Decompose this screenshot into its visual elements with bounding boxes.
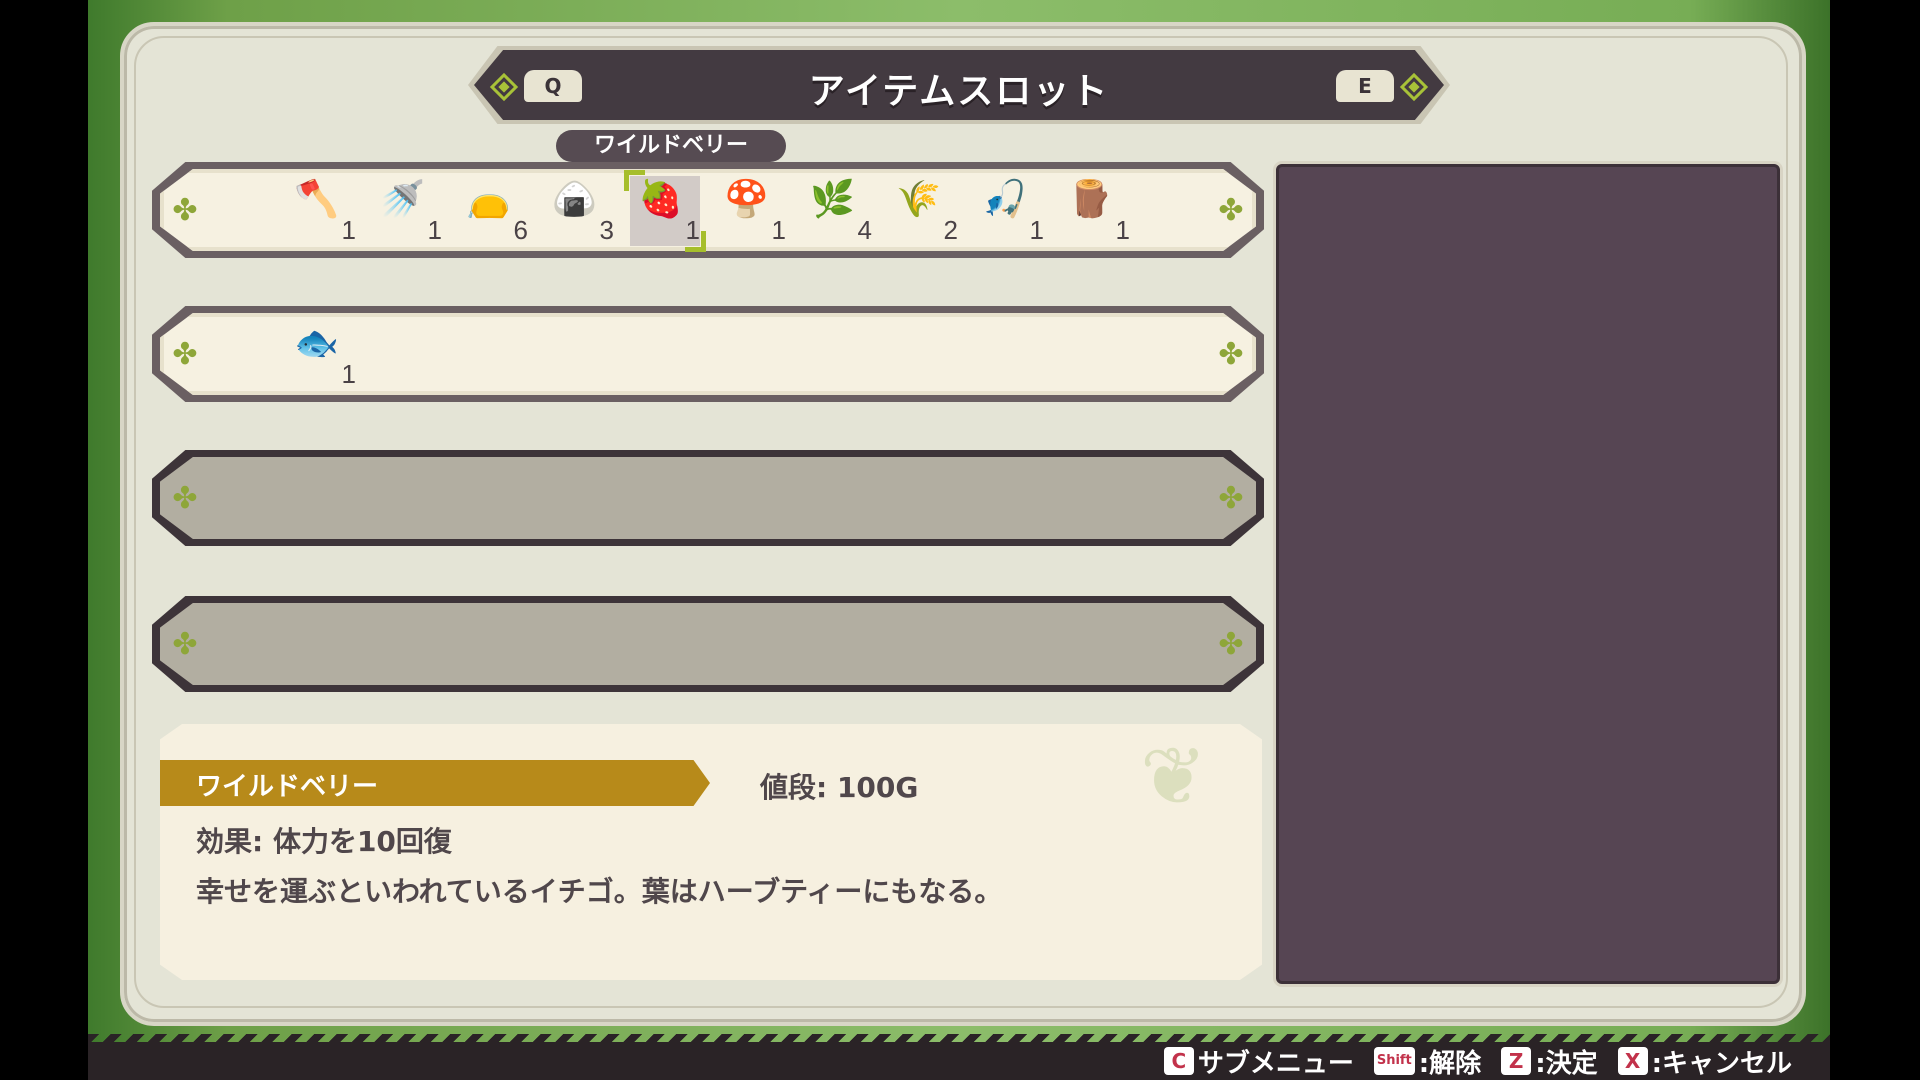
item-slot-row[interactable]: ✤ ✤ bbox=[152, 596, 1264, 692]
item-slot[interactable]: 🪵 1 bbox=[1060, 176, 1130, 246]
item-slot-row[interactable]: ✤ ✤ 🐟 1 bbox=[152, 306, 1264, 402]
control-label: :決定 bbox=[1535, 1048, 1598, 1079]
item-slot[interactable]: 🍙 3 bbox=[544, 176, 614, 246]
branch-icon: 🪵 bbox=[1068, 179, 1113, 220]
item-slot[interactable]: 👝 6 bbox=[458, 176, 528, 246]
item-slot[interactable]: 🌾 2 bbox=[888, 176, 958, 246]
herb-icon: 🌿 bbox=[810, 179, 855, 220]
grass-icon: 🌾 bbox=[896, 179, 941, 220]
leaf-decoration-icon: ❦ bbox=[1140, 730, 1208, 823]
clover-ornament-icon: ✤ bbox=[1218, 337, 1244, 372]
watering-can-icon: 🚿 bbox=[380, 179, 425, 220]
item-count: 1 bbox=[685, 215, 700, 245]
item-count: 1 bbox=[771, 215, 786, 245]
cancel-control[interactable]: X:キャンセル bbox=[1617, 1043, 1792, 1080]
clover-ornament-icon: ✤ bbox=[172, 627, 198, 662]
confirm-control[interactable]: Z:決定 bbox=[1501, 1043, 1598, 1080]
axe-icon: 🪓 bbox=[294, 179, 339, 220]
item-count: 1 bbox=[1115, 215, 1130, 245]
item-count: 4 bbox=[857, 215, 872, 245]
item-count: 3 bbox=[599, 215, 614, 245]
rice-ball-icon: 🍙 bbox=[552, 179, 597, 220]
item-slot-row[interactable]: ✤ ✤ bbox=[152, 450, 1264, 546]
item-slot[interactable]: 🍄 1 bbox=[716, 176, 786, 246]
item-name-banner: ワイルドベリー bbox=[160, 760, 710, 806]
fish-icon: 🐟 bbox=[294, 323, 339, 364]
control-label: サブメニュー bbox=[1197, 1048, 1354, 1079]
item-count: 1 bbox=[341, 215, 356, 245]
item-slot[interactable]: 🐟 1 bbox=[286, 320, 356, 390]
clover-ornament-icon: ✤ bbox=[1218, 193, 1244, 228]
mushroom-icon: 🍄 bbox=[724, 179, 769, 220]
item-price: 値段: 100G bbox=[760, 771, 919, 804]
item-slot[interactable]: 🪓 1 bbox=[286, 176, 356, 246]
release-control[interactable]: Shift:解除 bbox=[1373, 1043, 1482, 1080]
submenu-control[interactable]: C サブメニュー bbox=[1163, 1043, 1354, 1080]
item-count: 6 bbox=[513, 215, 528, 245]
clover-ornament-icon: ✤ bbox=[172, 481, 198, 516]
item-slot[interactable]: 🌿 4 bbox=[802, 176, 872, 246]
item-slot-row[interactable]: ✤ ✤ 🪓 1 🚿 1 👝 6 🍙 3 🍓 1 🍄 1 🌿 4 🌾 2 🎣 1 🪵 1 bbox=[152, 162, 1264, 258]
item-slot[interactable]: 🍓 1 bbox=[624, 170, 706, 252]
control-hints: C サブメニュー Shift:解除 Z:決定 X:キャンセル bbox=[1150, 1043, 1792, 1080]
preview-panel bbox=[1276, 164, 1780, 984]
item-count: 1 bbox=[427, 215, 442, 245]
item-count: 2 bbox=[943, 215, 958, 245]
seed-bag-icon: 👝 bbox=[466, 179, 511, 220]
title-bar: Q アイテムスロット E bbox=[468, 46, 1450, 124]
clover-ornament-icon: ✤ bbox=[1218, 481, 1244, 516]
page-title: アイテムスロット bbox=[808, 71, 1110, 112]
key-x-icon: X bbox=[1617, 1047, 1648, 1075]
clover-ornament-icon: ✤ bbox=[172, 193, 198, 228]
clover-ornament-icon: ✤ bbox=[1218, 627, 1244, 662]
key-z-icon: Z bbox=[1501, 1047, 1532, 1075]
control-label: :解除 bbox=[1418, 1048, 1482, 1079]
clover-ornament-icon: ✤ bbox=[172, 337, 198, 372]
wild-berry-icon: 🍓 bbox=[638, 179, 683, 220]
key-shift-icon: Shift bbox=[1373, 1047, 1415, 1075]
item-name: ワイルドベリー bbox=[196, 772, 379, 802]
item-slot[interactable]: 🎣 1 bbox=[974, 176, 1044, 246]
item-count: 1 bbox=[341, 359, 356, 389]
fishing-rod-icon: 🎣 bbox=[982, 179, 1027, 220]
item-flavor-text: 幸せを運ぶといわれているイチゴ。葉はハーブティーにもなる。 bbox=[196, 875, 1003, 908]
item-count: 1 bbox=[1029, 215, 1044, 245]
next-tab-key[interactable]: E bbox=[1336, 70, 1394, 102]
item-effect: 効果: 体力を10回復 bbox=[196, 825, 452, 858]
item-slot[interactable]: 🚿 1 bbox=[372, 176, 442, 246]
key-c-icon: C bbox=[1163, 1047, 1194, 1075]
control-label: :キャンセル bbox=[1651, 1048, 1792, 1079]
item-name-tooltip: ワイルドベリー bbox=[556, 130, 786, 162]
